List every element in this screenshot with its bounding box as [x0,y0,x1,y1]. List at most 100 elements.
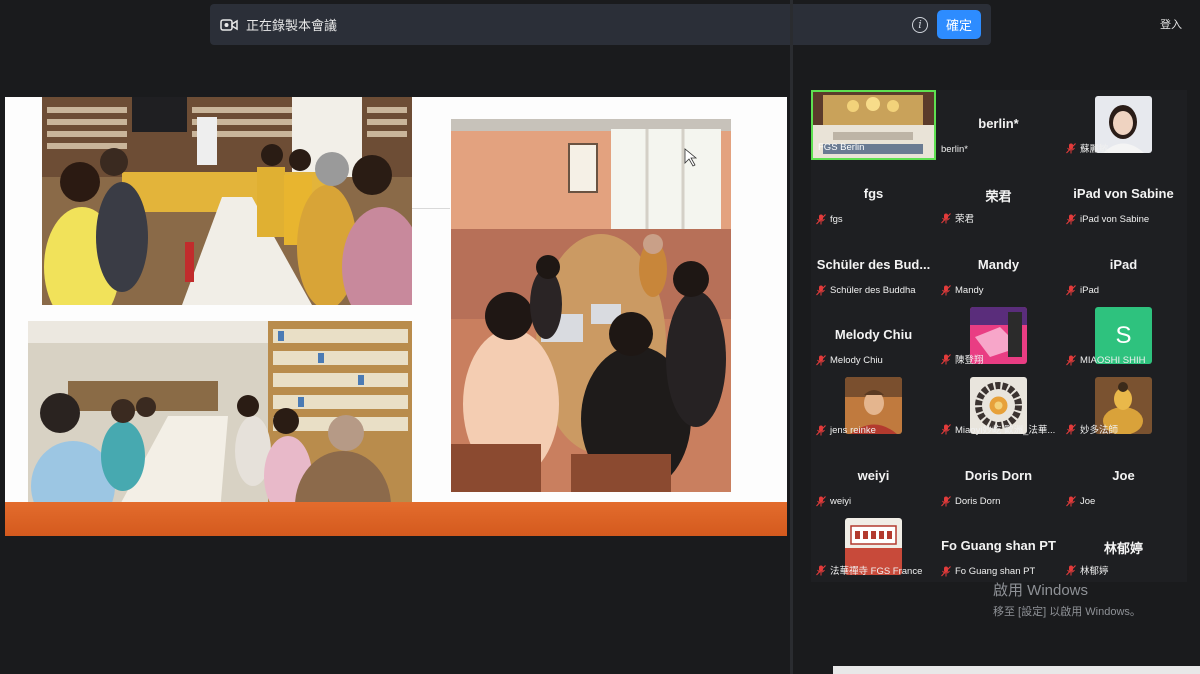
participant-tile[interactable]: FGS Berlin [811,90,936,160]
recording-icon [220,18,238,32]
muted-mic-icon [816,214,826,225]
muted-mic-icon [1066,496,1076,507]
slide-orange-band [5,502,787,536]
recording-notice-text: 正在錄製本會議 [246,18,338,33]
participant-display-name: Mandy [977,257,1020,272]
participant-tile[interactable]: 妙多法師 [1061,371,1186,441]
participant-label: iPad von Sabine [1066,214,1149,225]
muted-mic-icon [816,425,826,436]
participant-tile[interactable]: iPad von Sabine iPad von Sabine [1061,160,1186,230]
muted-mic-icon [1066,355,1076,366]
participant-tile[interactable]: Miaoyi妙屹 歐洲_法華... [936,371,1061,441]
participant-tile[interactable]: Melody Chiu Melody Chiu [811,301,936,371]
muted-mic-icon [816,355,826,366]
muted-mic-icon [941,423,951,435]
muted-mic-icon [941,353,951,365]
muted-mic-icon [1066,285,1076,296]
participant-tile[interactable]: S MIAOSHI SHIH [1061,301,1186,371]
participant-display-name: fgs [863,186,884,201]
windows-activation-watermark: 啟用 Windows 移至 [設定] 以啟用 Windows。 [993,579,1141,619]
shared-screen-slide [5,97,787,536]
participant-label: 荣君 [941,211,974,225]
participant-display-name: iPad [1109,257,1138,272]
participant-label: 蘇麗敏 [1066,141,1109,155]
participant-tile[interactable]: 法華禪寺 FGS France [811,512,936,582]
muted-mic-icon [816,496,826,507]
participant-tile[interactable]: 蘇麗敏 [1061,90,1186,160]
participant-label: FGS Berlin [818,142,864,153]
participant-label-text: 荣君 [955,214,975,225]
participant-label-text: 林郁婷 [1080,566,1109,577]
participant-label-text: iPad [1080,285,1100,296]
participant-tile[interactable]: berlin* berlin* [936,90,1061,160]
participant-label-text: 陳登翔 [955,355,984,366]
participant-label-text: MIAOSHI SHIH [1080,355,1146,366]
muted-mic-icon [1066,423,1076,435]
participant-label: 妙多法師 [1066,422,1118,436]
participant-label: Mandy [941,285,984,296]
participant-tile[interactable]: Fo Guang shan PT Fo Guang shan PT [936,512,1061,582]
participant-tile[interactable]: 荣君 荣君 [936,160,1061,230]
participant-label: jens reinke [816,425,876,436]
participant-label-text: 蘇麗敏 [1080,144,1109,155]
participant-label: Doris Dorn [941,496,1000,507]
participant-display-name: berlin* [978,116,1019,131]
participant-tile[interactable]: 陳登翔 [936,301,1061,371]
participant-label-text: iPad von Sabine [1080,214,1150,225]
participant-label: 陳登翔 [941,352,984,366]
participant-label: Schüler des Buddha [816,285,916,296]
participant-label-text: jens reinke [830,425,876,436]
participant-label: Miaoyi妙屹 歐洲_法華... [941,422,1055,436]
muted-mic-icon [941,566,951,577]
participant-label: 林郁婷 [1066,563,1109,577]
taskbar-edge [833,666,1200,674]
participant-label-text: Joe [1080,496,1096,507]
meeting-photo-round-table [451,119,731,492]
participant-display-name: Joe [1112,468,1135,483]
watermark-subtitle: 移至 [設定] 以啟用 Windows。 [993,606,1141,618]
participant-display-name: Schüler des Bud... [816,257,931,272]
participant-display-name: 林郁婷 [1103,541,1143,556]
participant-tile[interactable]: 林郁婷 林郁婷 [1061,512,1186,582]
participant-label: 法華禪寺 FGS France [816,563,922,577]
signin-link[interactable]: 登入 [1160,16,1182,32]
participant-label-text: 法華禪寺 FGS France [830,566,923,577]
participant-display-name: 荣君 [985,189,1012,204]
panel-divider[interactable] [790,0,793,674]
muted-mic-icon [816,564,826,576]
muted-mic-icon [941,212,951,224]
participant-label-text: Melody Chiu [830,355,883,366]
muted-mic-icon [1066,214,1076,225]
participant-tile[interactable]: Doris Dorn Doris Dorn [936,442,1061,512]
participant-tile[interactable]: weiyi weiyi [811,442,936,512]
recording-notice-bar: 正在錄製本會議 i 確定 [210,4,991,45]
participant-label: Joe [1066,496,1095,507]
watermark-title: 啟用 Windows [993,582,1089,599]
participant-gallery: FGS Berlin berlin* berlin* 蘇麗敏 fgs fgs 荣君 荣君 iPa… [811,90,1187,582]
participant-label: iPad [1066,285,1099,296]
participant-label-text: Mandy [955,285,984,296]
participant-label: berlin* [941,144,968,155]
participant-display-name: Melody Chiu [834,327,913,342]
muted-mic-icon [816,285,826,296]
participant-label: Fo Guang shan PT [941,566,1035,577]
participant-tile[interactable]: jens reinke [811,371,936,441]
participant-tile[interactable]: fgs fgs [811,160,936,230]
participant-label-text: Schüler des Buddha [830,285,916,296]
participant-tile[interactable]: Schüler des Bud... Schüler des Buddha [811,231,936,301]
zoom-meeting-window: 正在錄製本會議 i 確定 登入 FGS Berlin berlin* berli… [0,0,1200,674]
muted-mic-icon [941,285,951,296]
confirm-button[interactable]: 確定 [936,10,981,39]
participant-label-text: berlin* [941,144,968,155]
participant-label-text: Miaoyi妙屹 歐洲_法華... [955,425,1056,436]
participant-display-name: weiyi [857,468,890,483]
participant-label: Melody Chiu [816,355,883,366]
participant-label-text: weiyi [830,496,852,507]
participant-label-text: Doris Dorn [955,496,1001,507]
participant-tile[interactable]: iPad iPad [1061,231,1186,301]
participant-display-name: Doris Dorn [964,468,1033,483]
info-icon[interactable]: i [911,16,928,33]
participant-tile[interactable]: Mandy Mandy [936,231,1061,301]
participant-display-name: iPad von Sabine [1073,186,1174,201]
participant-tile[interactable]: Joe Joe [1061,442,1186,512]
